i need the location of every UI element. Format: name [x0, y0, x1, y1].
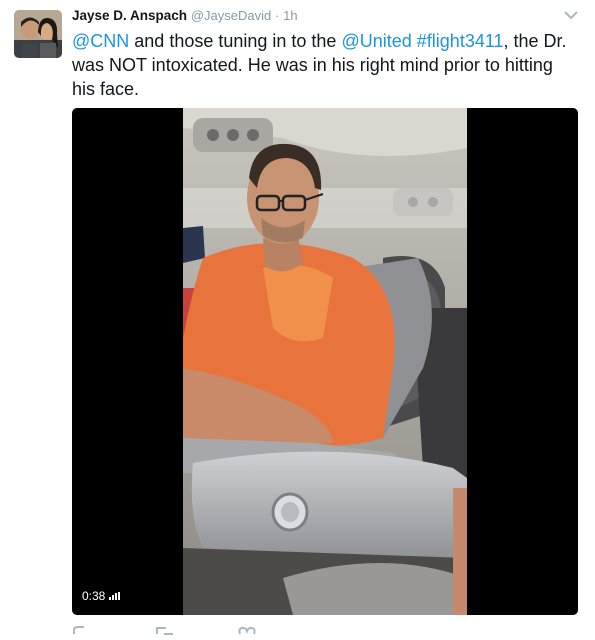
- avatar[interactable]: [14, 10, 62, 58]
- retweet-icon[interactable]: [154, 622, 176, 635]
- separator: ·: [275, 8, 280, 23]
- volume-icon: [109, 592, 121, 600]
- tweet-actions: [72, 622, 258, 635]
- like-icon[interactable]: [236, 622, 258, 635]
- tweet-timestamp[interactable]: 1h: [283, 8, 297, 23]
- author-name[interactable]: Jayse D. Anspach: [72, 8, 187, 23]
- reply-icon[interactable]: [72, 622, 94, 634]
- video-duration: 0:38: [82, 589, 121, 603]
- video-frame: [183, 108, 467, 615]
- video-still: [183, 108, 467, 615]
- avatar-image: [14, 10, 62, 58]
- hashtag-flight3411[interactable]: #flight3411: [417, 31, 504, 51]
- mention-united[interactable]: @United: [341, 31, 411, 51]
- tweet-text: @CNN and those tuning in to the @United …: [72, 29, 577, 101]
- tweet-text-part-1: and those tuning in to the: [129, 31, 342, 51]
- mention-cnn[interactable]: @CNN: [72, 31, 129, 51]
- tweet: Jayse D. Anspach @JayseDavid · 1h @CNN a…: [0, 0, 595, 635]
- tweet-header: Jayse D. Anspach @JayseDavid · 1h: [72, 8, 298, 23]
- video-player[interactable]: 0:38: [72, 108, 578, 615]
- author-handle[interactable]: @JayseDavid: [191, 8, 271, 23]
- chevron-down-icon[interactable]: [563, 9, 579, 21]
- duration-label: 0:38: [82, 589, 106, 603]
